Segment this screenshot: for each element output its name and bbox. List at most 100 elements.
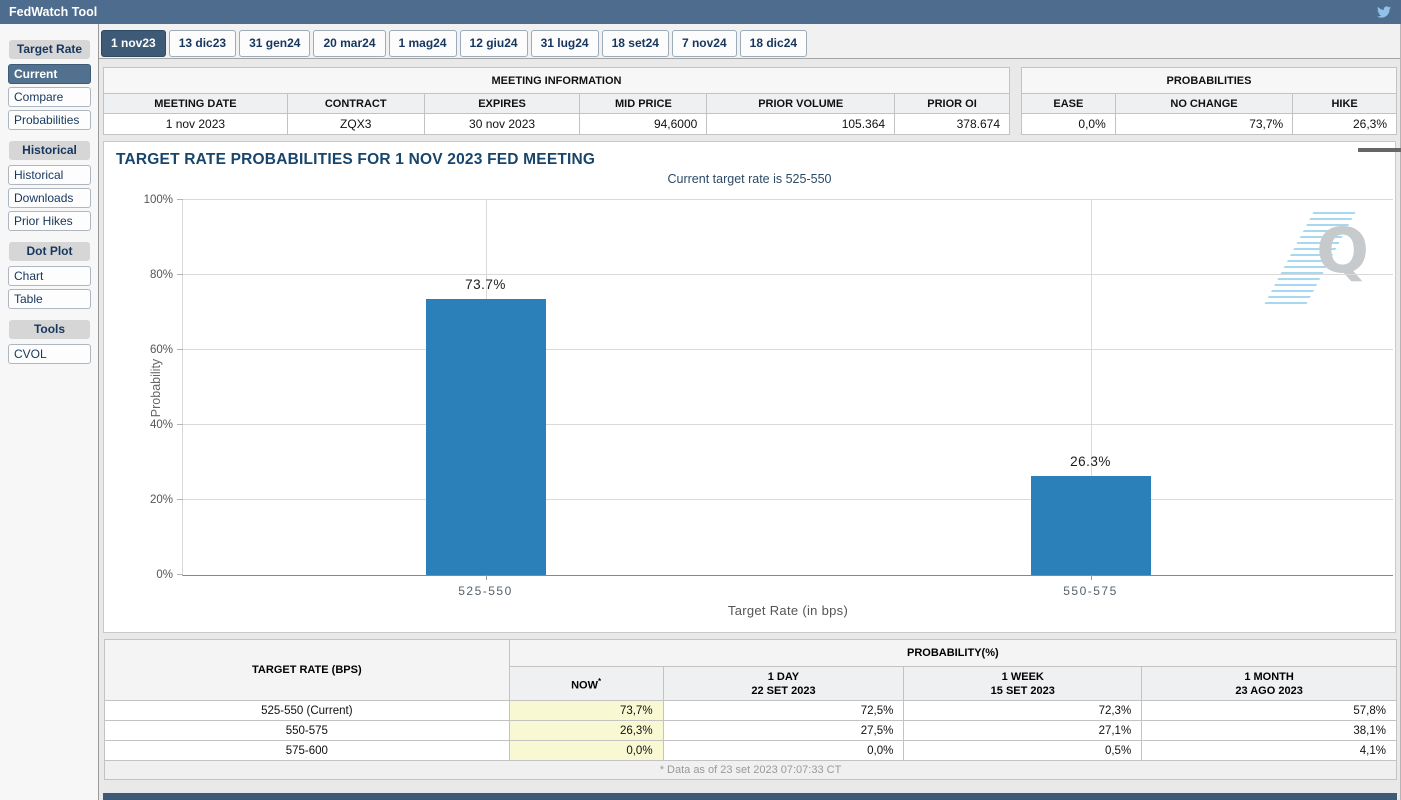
y-tick-label: 20% — [150, 494, 173, 506]
sidebar-item-downloads[interactable]: Downloads — [8, 188, 91, 208]
quikstrike-watermark: Q — [1289, 212, 1369, 304]
y-tick-mark — [177, 499, 183, 500]
y-tick-mark — [177, 199, 183, 200]
chart-title: TARGET RATE PROBABILITIES FOR 1 NOV 2023… — [116, 151, 595, 169]
app-title: FedWatch Tool — [9, 5, 97, 19]
x-axis-title: Target Rate (in bps) — [183, 603, 1393, 618]
table-row: 550-57526,3%27,5%27,1%38,1% — [105, 721, 1397, 741]
x-category-label: 525-550 — [458, 584, 513, 598]
target-rate-chart: TARGET RATE PROBABILITIES FOR 1 NOV 2023… — [103, 141, 1396, 633]
y-tick-label: 60% — [150, 344, 173, 356]
history-col-1-month: 1 MONTH 23 AGO 2023 — [1142, 667, 1397, 701]
main-area: 1 nov2313 dic2331 gen2420 mar241 mag2412… — [98, 24, 1401, 800]
data-as-of-footnote: * Data as of 23 set 2023 07:07:33 CT — [105, 761, 1397, 780]
y-tick-label: 40% — [150, 419, 173, 431]
column-header-no-change: NO CHANGE — [1115, 94, 1292, 114]
y-tick-label: 0% — [156, 569, 173, 581]
tab-12-giu24[interactable]: 12 giu24 — [460, 30, 528, 57]
table-row: 575-6000,0%0,0%0,5%4,1% — [105, 741, 1397, 761]
history-col-1-day: 1 DAY22 SET 2023 — [663, 667, 904, 701]
meeting-info-title: MEETING INFORMATION — [104, 68, 1010, 94]
probability-value: 0,5% — [904, 741, 1142, 761]
sidebar-header-historical: Historical — [9, 141, 90, 160]
probability-value: 72,5% — [663, 701, 904, 721]
sidebar-item-probabilities[interactable]: Probabilities — [8, 110, 91, 130]
sidebar-header-dot-plot: Dot Plot — [9, 242, 90, 261]
tab-1-mag24[interactable]: 1 mag24 — [389, 30, 457, 57]
value-prior-oi: 378.674 — [895, 114, 1010, 135]
column-header-expires: EXPIRES — [424, 94, 580, 114]
meeting-information-table: MEETING INFORMATION MEETING DATECONTRACT… — [103, 67, 1010, 135]
gridline-horizontal — [183, 499, 1393, 500]
probability-value: 38,1% — [1142, 721, 1397, 741]
value-ease: 0,0% — [1022, 114, 1116, 135]
history-col-line1: NOW — [571, 679, 598, 691]
sidebar-item-prior-hikes[interactable]: Prior Hikes — [8, 211, 91, 231]
bottom-accent-bar — [103, 793, 1397, 800]
probability-value: 26,3% — [509, 721, 663, 741]
probabilities-title: PROBABILITIES — [1022, 68, 1397, 94]
sidebar-item-cvol[interactable]: CVOL — [8, 344, 91, 364]
gridline-horizontal — [183, 424, 1393, 425]
value-no-change: 73,7% — [1115, 114, 1292, 135]
column-header-prior-oi: PRIOR OI — [895, 94, 1010, 114]
sidebar-item-current[interactable]: Current — [8, 64, 91, 84]
value-mid-price: 94,6000 — [580, 114, 707, 135]
tab-7-nov24[interactable]: 7 nov24 — [672, 30, 737, 57]
tab-31-lug24[interactable]: 31 lug24 — [531, 30, 599, 57]
probability-value: 27,5% — [663, 721, 904, 741]
sidebar-item-compare[interactable]: Compare — [8, 87, 91, 107]
y-tick-label: 80% — [150, 269, 173, 281]
y-tick-mark — [177, 349, 183, 350]
history-col-line2: 23 AGO 2023 — [1235, 685, 1302, 697]
bar-value-label: 73.7% — [426, 277, 546, 292]
column-header-ease: EASE — [1022, 94, 1116, 114]
y-tick-mark — [177, 424, 183, 425]
content-panel: MEETING INFORMATION MEETING DATECONTRACT… — [99, 58, 1400, 800]
sidebar: Target Rate Current Compare Probabilities Hi… — [0, 24, 98, 800]
sidebar-item-historical[interactable]: Historical — [8, 165, 91, 185]
history-col-line1: 1 WEEK — [1002, 671, 1044, 683]
tab-18-dic24[interactable]: 18 dic24 — [740, 30, 807, 57]
twitter-icon[interactable] — [1376, 5, 1392, 19]
sidebar-item-chart[interactable]: Chart — [8, 266, 91, 286]
value-hike: 26,3% — [1293, 114, 1397, 135]
probability-value: 27,1% — [904, 721, 1142, 741]
sidebar-header-target-rate: Target Rate — [9, 40, 90, 59]
history-col-line1: 1 MONTH — [1244, 671, 1294, 683]
tab-13-dic23[interactable]: 13 dic23 — [169, 30, 236, 57]
info-tables-row: MEETING INFORMATION MEETING DATECONTRACT… — [103, 67, 1397, 135]
history-col-1-week: 1 WEEK15 SET 2023 — [904, 667, 1142, 701]
value-prior-volume: 105.364 — [707, 114, 895, 135]
tab-20-mar24[interactable]: 20 mar24 — [313, 30, 385, 57]
column-header-prior-volume: PRIOR VOLUME — [707, 94, 895, 114]
y-axis-title: Probability — [149, 358, 163, 416]
chart-plot-area: Probability Target Rate (in bps) Q 0%20%… — [182, 200, 1393, 576]
probabilities-summary-table: PROBABILITIES EASENO CHANGEHIKE 0,0%73,7… — [1021, 67, 1397, 135]
asterisk: * — [598, 677, 601, 686]
rate-range: 575-600 — [105, 741, 510, 761]
page-layout: Target Rate Current Compare Probabilities Hi… — [0, 24, 1401, 800]
tab-18-set24[interactable]: 18 set24 — [602, 30, 669, 57]
bar-value-label: 26.3% — [1031, 454, 1151, 469]
rate-range: 550-575 — [105, 721, 510, 741]
y-tick-mark — [177, 574, 183, 575]
tab-1-nov23[interactable]: 1 nov23 — [101, 30, 166, 57]
y-tick-label: 100% — [144, 194, 173, 206]
tab-31-gen24[interactable]: 31 gen24 — [239, 30, 310, 57]
history-col-line2: 22 SET 2023 — [751, 685, 815, 697]
value-expires: 30 nov 2023 — [424, 114, 580, 135]
rate-range: 525-550 (Current) — [105, 701, 510, 721]
gridline-horizontal — [183, 274, 1393, 275]
probability-value: 57,8% — [1142, 701, 1397, 721]
column-header-contract: CONTRACT — [287, 94, 424, 114]
sidebar-item-table[interactable]: Table — [8, 289, 91, 309]
column-header-meeting-date: MEETING DATE — [104, 94, 288, 114]
history-group-header: PROBABILITY(%) — [509, 640, 1396, 667]
bar-550-575[interactable] — [1031, 476, 1151, 575]
probability-value: 0,0% — [509, 741, 663, 761]
probability-value: 4,1% — [1142, 741, 1397, 761]
column-header-mid-price: MID PRICE — [580, 94, 707, 114]
bar-525-550[interactable] — [426, 299, 546, 575]
value-contract: ZQX3 — [287, 114, 424, 135]
